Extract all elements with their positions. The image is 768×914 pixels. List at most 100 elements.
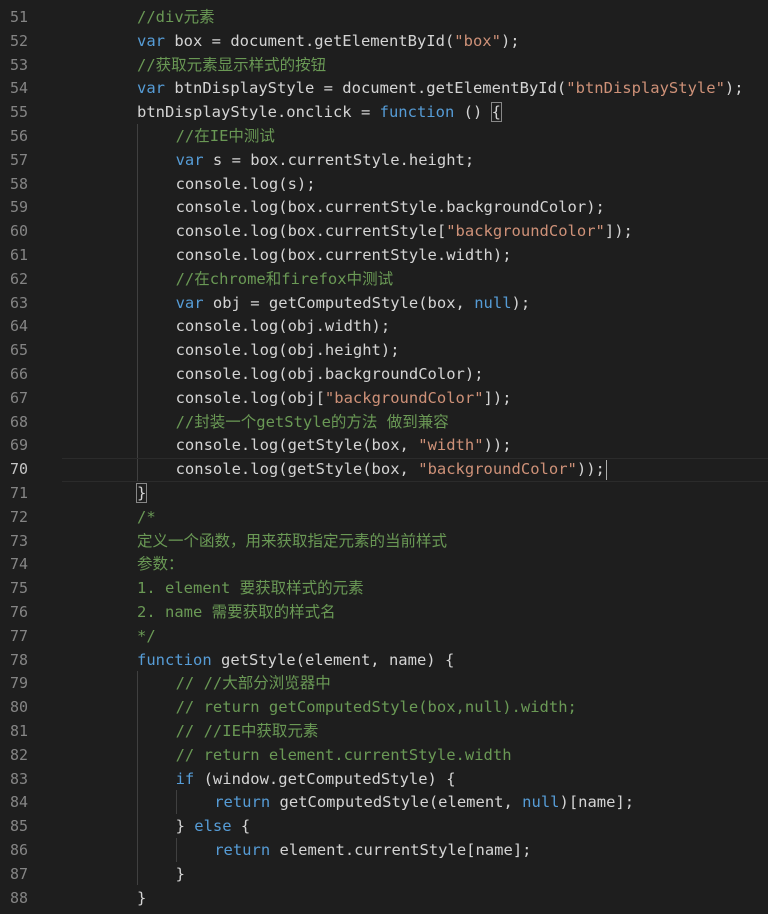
code-line[interactable]: 74 参数： [0,553,768,577]
code-line[interactable]: 82 // return element.currentStyle.width [0,744,768,768]
code-line[interactable]: 65 console.log(obj.height); [0,339,768,363]
code-line[interactable]: 53 //获取元素显示样式的按钮 [0,54,768,78]
code-line[interactable]: 70 console.log(getStyle(box, "backgroundC… [0,458,768,482]
line-number: 86 [9,841,28,859]
comment-token: // return getComputedStyle(box,null).wid… [175,698,577,717]
code-line[interactable]: 73 定义一个函数，用来获取指定元素的当前样式 [0,530,768,554]
code-token: ]); [604,222,633,241]
code-line[interactable]: 58 console.log(s); [0,173,768,197]
code-line[interactable]: 75 1. element 要获取样式的元素 [0,577,768,601]
line-number: 59 [9,198,28,217]
comment-token: 定义一个函数，用来获取指定元素的当前样式 [137,531,448,550]
code-line[interactable]: 71} [0,482,768,506]
code-line[interactable]: 79 // //大部分浏览器中 [0,672,768,696]
code-text: console.log(box.currentStyle.width); [176,244,512,268]
code-text: // //大部分浏览器中 [176,672,331,696]
keyword-token: var [175,150,204,169]
code-line[interactable]: 55 btnDisplayStyle.onclick = function () … [0,101,768,125]
code-token: ); [724,79,744,98]
code-line[interactable]: 78 function getStyle(element, name) { [0,649,768,673]
code-line[interactable]: 61 console.log(box.currentStyle.width); [0,244,768,268]
line-number: 60 [9,222,28,241]
line-number: 54 [9,79,28,98]
comment-token: */ [137,626,156,645]
comment-token: //在IE中测试 [175,127,275,145]
code-text: btnDisplayStyle.onclick = function () { [137,101,503,125]
code-line[interactable]: 76 2. name 需要获取的样式名 [0,601,768,625]
code-token: getStyle(element, name) { [211,650,455,669]
keyword-token: var [137,79,165,98]
line-number: 61 [9,246,28,264]
code-text: 参数： [137,553,184,577]
code-text: return getComputedStyle(element, null)[n… [214,791,634,815]
line-number: 55 [9,103,28,122]
code-line[interactable]: 88} [0,887,768,911]
code-line[interactable]: 85} else { [0,815,768,839]
keyword-token: else [194,817,232,836]
keyword-token: if [175,769,195,788]
code-text: function getStyle(element, name) { [137,649,454,673]
comment-token: 参数： [137,555,184,574]
code-token: )); [576,460,605,479]
comment-token: // //大部分浏览器中 [175,674,331,693]
code-line[interactable]: 64 console.log(obj.width); [0,315,768,339]
code-line[interactable]: 59 console.log(box.currentStyle.backgroun… [0,196,768,220]
code-line[interactable]: 62 //在chrome和firefox中测试 [0,268,768,292]
code-token: )[name]; [559,793,635,812]
code-line[interactable]: 57 var s = box.currentStyle.height; [0,149,768,173]
code-line[interactable]: 83 if (window.getComputedStyle) { [0,768,768,792]
code-text: console.log(box.currentStyle["background… [176,220,633,244]
line-number: 79 [9,674,28,693]
comment-token: //封装一个getStyle的方法 做到兼容 [175,412,449,431]
code-line[interactable]: 67 console.log(obj["backgroundColor"]); [0,387,768,411]
line-number: 64 [9,317,28,336]
line-number: 73 [9,531,28,550]
code-token: btnDisplayStyle = document.getElementByI… [165,79,567,98]
code-line[interactable]: 84 return getComputedStyle(element, null)… [0,791,768,815]
code-line[interactable]: 52 var box = document.getElementById("box… [0,30,768,54]
code-line[interactable]: 87} [0,863,768,887]
code-token: } [137,888,147,907]
code-line[interactable]: 54 var btnDisplayStyle = document.getElem… [0,77,768,101]
code-text: /* [137,506,156,530]
code-token: () [454,103,492,122]
code-token: console.log(box.currentStyle.backgroundC… [175,198,605,217]
code-token: console.log(box.currentStyle.width); [175,246,512,264]
keyword-token: function [379,103,455,122]
code-line[interactable]: 60 console.log(box.currentStyle["backgrou… [0,220,768,244]
keyword-token: null [522,793,560,812]
code-text: console.log(obj["backgroundColor"]); [176,387,512,411]
code-line[interactable]: 86 return element.currentStyle[name]; [0,839,768,863]
code-text: //封装一个getStyle的方法 做到兼容 [176,411,449,435]
code-line[interactable]: 77 */ [0,625,768,649]
comment-token: // return element.currentStyle.width [175,745,512,764]
line-number: 68 [9,412,28,431]
code-line[interactable]: 68 //封装一个getStyle的方法 做到兼容 [0,411,768,435]
code-text: 2. name 需要获取的样式名 [137,601,336,625]
code-token: console.log(getStyle(box, [175,460,419,479]
code-token: { [231,817,251,836]
code-line[interactable]: 69 console.log(getStyle(box, "width")); [0,434,768,458]
code-token: console.log(box.currentStyle[ [175,222,447,241]
code-text: console.log(obj.width); [176,315,391,339]
code-line[interactable]: 56 //在IE中测试 [0,125,768,149]
code-line[interactable]: 80 // return getComputedStyle(box,null).w… [0,696,768,720]
code-token: btnDisplayStyle.onclick = [137,103,380,122]
code-line[interactable]: 81 // //IE中获取元素 [0,720,768,744]
code-text: var s = box.currentStyle.height; [176,149,475,173]
code-text: //获取元素显示样式的按钮 [137,54,326,78]
comment-token: //在chrome和firefox中测试 [175,269,394,288]
code-text: // return element.currentStyle.width [176,744,512,768]
code-line[interactable]: 66 console.log(obj.backgroundColor); [0,363,768,387]
code-line[interactable]: 72 /* [0,506,768,530]
line-number: 83 [9,769,28,788]
code-token: ); [500,31,520,50]
code-token: ); [511,293,531,312]
code-text: 定义一个函数，用来获取指定元素的当前样式 [137,530,447,554]
string-token: "backgroundColor" [324,388,484,407]
code-line[interactable]: 63 var obj = getComputedStyle(box, null); [0,292,768,316]
string-token: "box" [454,31,501,50]
string-token: "width" [418,436,484,455]
code-line[interactable]: 51 //div元素 [0,6,768,30]
code-editor[interactable]: 51 //div元素 52 var box = document.getElement… [0,0,768,914]
